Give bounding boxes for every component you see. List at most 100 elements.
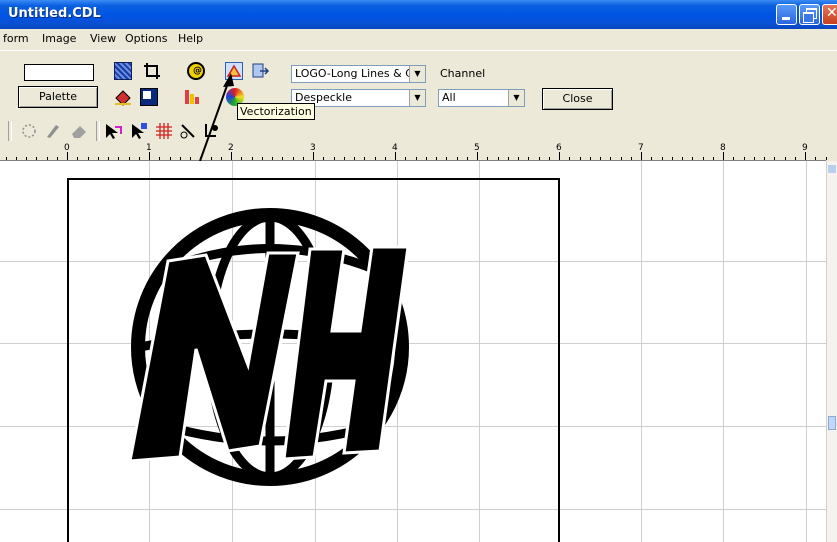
bitmap-icon[interactable]	[114, 62, 132, 80]
menu-image[interactable]: Image	[42, 32, 76, 45]
lasso-icon[interactable]	[20, 122, 38, 140]
ruler-tick	[293, 157, 294, 160]
ruler-tick	[57, 157, 58, 160]
ruler-tick	[262, 157, 263, 160]
ruler-tick	[88, 157, 89, 160]
ruler-tick	[416, 157, 417, 160]
ruler-tick	[528, 157, 529, 160]
close-button[interactable]: Close	[542, 88, 613, 110]
ruler-tick	[477, 152, 478, 160]
ruler-tick	[467, 157, 468, 160]
ruler-tick	[498, 157, 499, 160]
minimize-button[interactable]	[776, 4, 797, 25]
scroll-up-icon[interactable]	[828, 165, 836, 173]
ruler-tick	[610, 157, 611, 160]
ruler-tick	[282, 157, 283, 160]
ruler-tick	[170, 157, 171, 160]
ruler-tick	[385, 157, 386, 160]
ruler-tick	[559, 152, 560, 160]
fill-icon[interactable]	[114, 88, 132, 106]
ruler-tick	[47, 157, 48, 160]
menu-transform[interactable]: form	[3, 32, 29, 45]
chevron-down-icon: ▼	[508, 90, 524, 106]
ruler-tick	[631, 157, 632, 160]
ruler-tick	[795, 157, 796, 160]
vector-preset-select[interactable]: LOGO-Long Lines & C ▼	[291, 65, 426, 83]
menu-bar: form Image View Options Help	[0, 29, 837, 49]
ruler-tick	[354, 157, 355, 160]
ruler-tick	[16, 157, 17, 160]
restore-button[interactable]	[799, 4, 820, 25]
ruler-tick	[118, 157, 119, 160]
menu-help[interactable]: Help	[178, 32, 203, 45]
ruler-tick	[754, 157, 755, 160]
ruler-tick	[590, 157, 591, 160]
ruler-tick	[67, 152, 68, 160]
palette-button[interactable]: Palette	[18, 86, 98, 108]
ruler-tick	[774, 157, 775, 160]
ruler-tick	[272, 157, 273, 160]
ruler-tick	[518, 157, 519, 160]
ruler-tick	[641, 152, 642, 160]
ruler-tick	[129, 157, 130, 160]
chevron-down-icon: ▼	[409, 66, 425, 82]
globe-logo	[128, 208, 410, 486]
ruler-tick	[395, 152, 396, 160]
vertical-scrollbar[interactable]	[826, 161, 837, 542]
ruler-tick	[139, 157, 140, 160]
ruler-tick	[303, 157, 304, 160]
ruler-tick	[621, 157, 622, 160]
ruler-tick	[252, 157, 253, 160]
ruler-tick	[723, 152, 724, 160]
ruler-tick	[703, 157, 704, 160]
ruler-tick	[180, 157, 181, 160]
frame-icon[interactable]	[140, 88, 158, 106]
ruler-tick	[323, 157, 324, 160]
ruler-tick	[149, 152, 150, 160]
ruler-tick	[682, 157, 683, 160]
ruler-tick	[436, 157, 437, 160]
ruler-tick	[159, 157, 160, 160]
title-bar: Untitled.CDL ✕	[0, 0, 837, 29]
menu-options[interactable]: Options	[125, 32, 167, 45]
color-swatch[interactable]	[24, 64, 94, 81]
channel-value: All	[442, 91, 456, 104]
ruler-tick	[651, 157, 652, 160]
ruler-tick	[744, 157, 745, 160]
ruler-tick	[344, 157, 345, 160]
close-icon: ✕	[826, 5, 837, 21]
crop-icon[interactable]	[143, 62, 161, 80]
drawing-canvas[interactable]	[0, 161, 826, 542]
ruler-tick	[580, 157, 581, 160]
brush-icon[interactable]	[44, 122, 62, 140]
node-edit-icon[interactable]	[130, 122, 148, 140]
ruler-tick	[662, 157, 663, 160]
ruler-tick	[313, 152, 314, 160]
ruler-tick	[733, 157, 734, 160]
minimize-icon	[782, 17, 790, 20]
eraser-icon[interactable]	[70, 122, 88, 140]
close-window-button[interactable]: ✕	[822, 4, 837, 25]
ruler-tick	[98, 157, 99, 160]
ruler-tick	[375, 157, 376, 160]
ruler-tick	[446, 157, 447, 160]
grid-icon[interactable]	[155, 122, 173, 140]
ruler-tick	[426, 157, 427, 160]
channel-select[interactable]: All ▼	[438, 89, 525, 107]
chevron-down-icon: ▼	[409, 90, 425, 106]
ruler-tick	[672, 157, 673, 160]
select-arrow-icon[interactable]	[104, 122, 122, 140]
ruler-tick	[487, 157, 488, 160]
scroll-thumb[interactable]	[828, 416, 836, 430]
ruler-tick	[569, 157, 570, 160]
ruler-tick	[405, 157, 406, 160]
horizontal-ruler: 0123456789	[0, 143, 827, 161]
ruler-tick	[539, 157, 540, 160]
menu-view[interactable]: View	[90, 32, 116, 45]
ruler-tick	[549, 157, 550, 160]
ruler-tick	[334, 157, 335, 160]
annotation-arrow	[199, 73, 234, 162]
export-icon[interactable]	[252, 62, 270, 80]
ruler-tick	[805, 152, 806, 160]
ruler-tick	[600, 157, 601, 160]
